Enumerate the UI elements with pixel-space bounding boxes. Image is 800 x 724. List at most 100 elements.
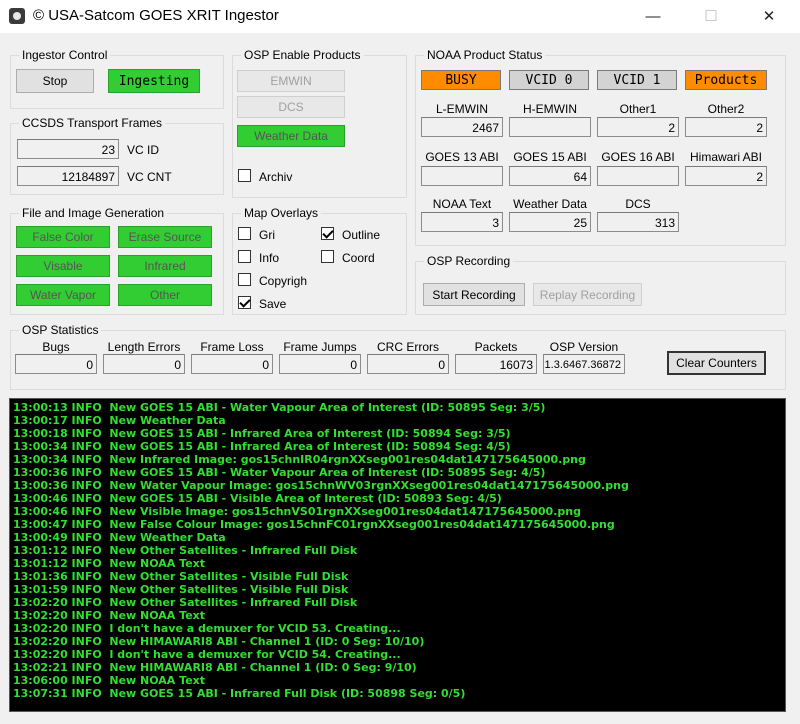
goes15-field: 64: [509, 166, 591, 186]
clear-counters-button[interactable]: Clear Counters: [667, 351, 766, 375]
dcs-label: DCS: [625, 197, 651, 211]
save-checkbox[interactable]: [238, 296, 251, 309]
grid-label: Gri: [259, 228, 275, 242]
log-line: 13:00:34 INFO New Infrared Image: gos15c…: [13, 453, 586, 466]
outline-label: Outline: [342, 228, 381, 242]
archiv-checkbox[interactable]: [238, 169, 251, 182]
visable-button[interactable]: Visable: [16, 255, 110, 277]
log-line: 13:02:20 INFO New HIMAWARI8 ABI - Channe…: [13, 635, 425, 648]
dcs-button[interactable]: DCS: [237, 96, 345, 118]
false-color-button[interactable]: False Color: [16, 226, 110, 248]
vcid1-indicator: VCID 1: [597, 70, 677, 90]
other2-label: Other2: [707, 102, 745, 116]
log-line: 13:02:20 INFO I don't have a demuxer for…: [13, 622, 401, 635]
file-gen-label: File and Image Generation: [19, 206, 168, 220]
frame-jumps-label: Frame Jumps: [283, 340, 357, 354]
ingestor-control-label: Ingestor Control: [19, 48, 111, 62]
replay-recording-button[interactable]: Replay Recording: [533, 283, 642, 306]
goes13-field: [421, 166, 503, 186]
bugs-label: Bugs: [42, 340, 70, 354]
copyright-checkbox[interactable]: [238, 273, 251, 286]
vcid-label: VC ID: [127, 143, 160, 157]
crc-errors-label: CRC Errors: [377, 340, 439, 354]
crc-errors-field: 0: [367, 354, 449, 374]
lemwin-field: 2467: [421, 117, 503, 137]
log-line: 13:00:17 INFO New Weather Data: [13, 414, 226, 427]
osp-enable-label: OSP Enable Products: [241, 48, 364, 62]
log-line: 13:00:46 INFO New GOES 15 ABI - Visible …: [13, 492, 502, 505]
log-line: 13:07:31 INFO New GOES 15 ABI - Infrared…: [13, 687, 466, 700]
vccnt-field: 12184897: [17, 166, 119, 186]
maximize-button[interactable]: ☐: [688, 0, 734, 32]
products-indicator: Products: [685, 70, 767, 90]
osp-recording-label: OSP Recording: [424, 254, 514, 268]
title-bar: © USA-Satcom GOES XRIT Ingestor — ☐ ✕: [0, 0, 800, 33]
close-button[interactable]: ✕: [746, 0, 792, 32]
goes13-label: GOES 13 ABI: [425, 150, 499, 164]
log-console[interactable]: 13:00:13 INFO New GOES 15 ABI - Water Va…: [9, 398, 786, 712]
log-line: 13:00:47 INFO New False Colour Image: go…: [13, 518, 615, 531]
length-errors-field: 0: [103, 354, 185, 374]
stop-button[interactable]: Stop: [16, 69, 94, 93]
noaa-text-label: NOAA Text: [432, 197, 492, 211]
ccsds-label: CCSDS Transport Frames: [19, 116, 166, 130]
log-line: 13:02:20 INFO New NOAA Text: [13, 609, 206, 622]
log-line: 13:01:36 INFO New Other Satellites - Vis…: [13, 570, 349, 583]
log-line: 13:00:13 INFO New GOES 15 ABI - Water Va…: [13, 401, 546, 414]
log-line: 13:00:34 INFO New GOES 15 ABI - Infrared…: [13, 440, 511, 453]
goes16-field: [597, 166, 679, 186]
lemwin-label: L-EMWIN: [436, 102, 488, 116]
packets-field: 16073: [455, 354, 537, 374]
log-line: 13:02:21 INFO New HIMAWARI8 ABI - Channe…: [13, 661, 417, 674]
frame-loss-label: Frame Loss: [200, 340, 264, 354]
noaa-status-label: NOAA Product Status: [424, 48, 546, 62]
infrared-button[interactable]: Infrared: [118, 255, 212, 277]
app-icon: [9, 8, 25, 24]
weather-data-label: Weather Data: [513, 197, 587, 211]
osp-statistics-label: OSP Statistics: [19, 323, 102, 337]
other1-label: Other1: [619, 102, 657, 116]
hemwin-label: H-EMWIN: [523, 102, 577, 116]
outline-checkbox[interactable]: [321, 227, 334, 240]
map-overlays-label: Map Overlays: [241, 206, 322, 220]
grid-checkbox[interactable]: [238, 227, 251, 240]
himawari-field: 2: [685, 166, 767, 186]
length-errors-label: Length Errors: [107, 340, 181, 354]
other-button[interactable]: Other: [118, 284, 212, 306]
water-vapor-button[interactable]: Water Vapor: [16, 284, 110, 306]
packets-label: Packets: [474, 340, 518, 354]
bugs-field: 0: [15, 354, 97, 374]
erase-source-button[interactable]: Erase Source: [118, 226, 212, 248]
log-line: 13:02:20 INFO New Other Satellites - Inf…: [13, 596, 358, 609]
save-label: Save: [259, 297, 287, 311]
vcid0-indicator: VCID 0: [509, 70, 589, 90]
other1-field: 2: [597, 117, 679, 137]
info-checkbox[interactable]: [238, 250, 251, 263]
other2-field: 2: [685, 117, 767, 137]
minimize-button[interactable]: —: [630, 0, 676, 32]
log-line: 13:00:36 INFO New GOES 15 ABI - Water Va…: [13, 466, 546, 479]
frame-loss-field: 0: [191, 354, 273, 374]
coord-checkbox[interactable]: [321, 250, 334, 263]
ingesting-status: Ingesting: [108, 69, 200, 93]
weather-data-field: 25: [509, 212, 591, 232]
goes15-label: GOES 15 ABI: [513, 150, 587, 164]
dcs-field: 313: [597, 212, 679, 232]
himawari-label: Himawari ABI: [689, 150, 763, 164]
start-recording-button[interactable]: Start Recording: [423, 283, 525, 306]
weather-data-button[interactable]: Weather Data: [237, 125, 345, 147]
osp-version-label: OSP Version: [549, 340, 619, 354]
noaa-text-field: 3: [421, 212, 503, 232]
log-line: 13:00:46 INFO New Visible Image: gos15ch…: [13, 505, 581, 518]
coord-label: Coord: [342, 251, 375, 265]
emwin-button[interactable]: EMWIN: [237, 70, 345, 92]
vcid-field: 23: [17, 139, 119, 159]
frame-jumps-field: 0: [279, 354, 361, 374]
log-line: 13:00:36 INFO New Water Vapour Image: go…: [13, 479, 629, 492]
osp-version-field: 1.3.6467.36872: [543, 354, 625, 374]
log-line: 13:00:49 INFO New Weather Data: [13, 531, 226, 544]
busy-indicator: BUSY: [421, 70, 501, 90]
log-line: 13:01:12 INFO New NOAA Text: [13, 557, 206, 570]
log-line: 13:02:20 INFO I don't have a demuxer for…: [13, 648, 401, 661]
vccnt-label: VC CNT: [127, 170, 172, 184]
